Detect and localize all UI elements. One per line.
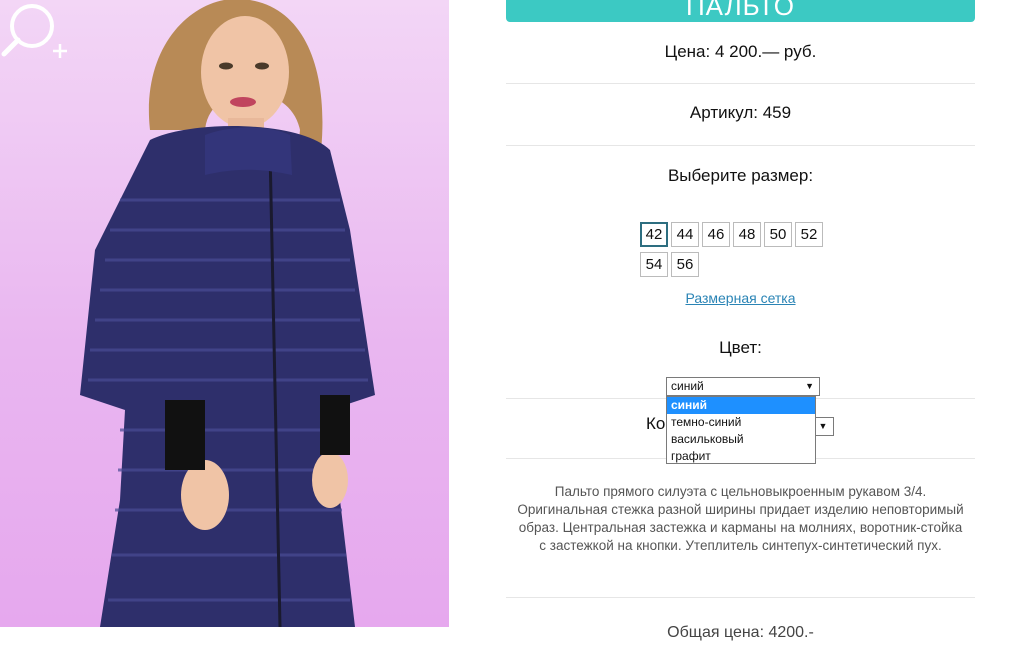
product-description: Пальто прямого силуэта с цельновыкроенны… bbox=[517, 484, 964, 553]
size-option-48[interactable]: 48 bbox=[733, 222, 761, 247]
color-option-graphite[interactable]: графит bbox=[667, 448, 815, 465]
color-label: Цвет: bbox=[719, 338, 762, 357]
chevron-down-icon: ▼ bbox=[805, 381, 814, 391]
size-label: Выберите размер: bbox=[667, 166, 814, 185]
product-image[interactable] bbox=[0, 0, 449, 627]
total-price: Общая цена: 4200.- bbox=[667, 624, 814, 641]
product-title: ПАЛЬТО bbox=[506, 0, 975, 22]
color-select-value: синий bbox=[671, 379, 704, 393]
model-illustration bbox=[80, 0, 375, 627]
size-option-56[interactable]: 56 bbox=[671, 252, 699, 277]
divider bbox=[506, 145, 975, 146]
zoom-in-icon[interactable] bbox=[0, 0, 72, 64]
color-dropdown-list: синий темно-синий васильковый графит bbox=[666, 396, 816, 464]
size-option-54[interactable]: 54 bbox=[640, 252, 668, 277]
size-option-50[interactable]: 50 bbox=[764, 222, 792, 247]
divider bbox=[506, 597, 975, 598]
size-option-46[interactable]: 46 bbox=[702, 222, 730, 247]
quantity-label: Ко bbox=[646, 414, 666, 433]
color-option-cornflower[interactable]: васильковый bbox=[667, 431, 815, 448]
product-price: Цена: 4 200.— руб. bbox=[664, 42, 817, 61]
divider bbox=[506, 83, 975, 84]
color-option-blue[interactable]: синий bbox=[667, 397, 815, 414]
color-select[interactable]: синий ▼ bbox=[666, 377, 820, 396]
size-option-42[interactable]: 42 bbox=[640, 222, 668, 247]
color-option-dark-blue[interactable]: темно-синий bbox=[667, 414, 815, 431]
size-chart-link[interactable]: Размерная сетка bbox=[506, 290, 975, 306]
size-option-52[interactable]: 52 bbox=[795, 222, 823, 247]
size-option-44[interactable]: 44 bbox=[671, 222, 699, 247]
product-article: Артикул: 459 bbox=[689, 103, 792, 122]
